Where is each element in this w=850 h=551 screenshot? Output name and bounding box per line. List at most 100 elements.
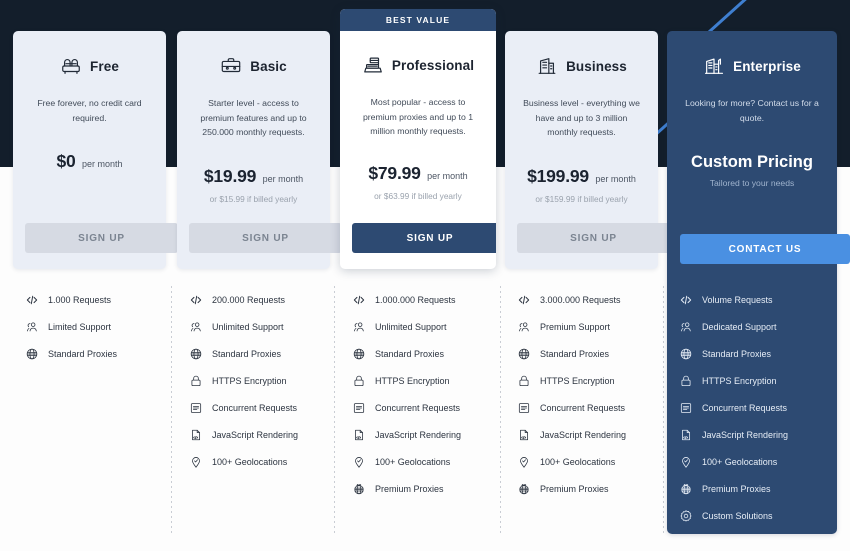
plan-description: Free forever, no credit card required. bbox=[37, 98, 142, 123]
feature-label: 1.000 Requests bbox=[48, 294, 112, 305]
contact-us-button[interactable]: CONTACT US bbox=[680, 234, 850, 264]
feature-item: Premium Support bbox=[517, 313, 659, 340]
signup-button-free[interactable]: SIGN UP bbox=[25, 223, 178, 253]
feature-label: HTTPS Encryption bbox=[702, 375, 777, 386]
feature-item: JavaScript Rendering bbox=[517, 421, 659, 448]
gear-icon bbox=[679, 509, 693, 523]
lock-icon bbox=[352, 374, 366, 388]
feature-item: JavaScript Rendering bbox=[679, 421, 827, 448]
globe-icon bbox=[189, 347, 203, 361]
feature-label: Concurrent Requests bbox=[212, 402, 298, 413]
feature-item: Premium Proxies bbox=[517, 475, 659, 502]
signup-button-business[interactable]: SIGN UP bbox=[517, 223, 670, 253]
signup-button-professional[interactable]: SIGN UP bbox=[352, 223, 496, 253]
column-divider bbox=[334, 286, 335, 534]
plan-yearly-note bbox=[25, 179, 154, 191]
plan-card-business[interactable]: Business Business level - everything we … bbox=[505, 31, 670, 269]
people-icon bbox=[679, 320, 693, 334]
feature-label: 100+ Geolocations bbox=[702, 456, 778, 467]
feature-label: Premium Proxies bbox=[540, 483, 609, 494]
feature-label: Standard Proxies bbox=[375, 348, 445, 359]
plan-period: per month bbox=[595, 173, 636, 184]
document-code-icon bbox=[679, 428, 693, 442]
plan-header: Free bbox=[25, 51, 154, 81]
armchair-icon bbox=[60, 55, 82, 77]
feature-item: Concurrent Requests bbox=[679, 394, 827, 421]
document-code-icon bbox=[189, 428, 203, 442]
people-icon bbox=[517, 320, 531, 334]
feature-item: 3.000.000 Requests bbox=[517, 286, 659, 313]
feature-item: Unlimited Support bbox=[352, 313, 496, 340]
feature-item: 200.000 Requests bbox=[189, 286, 330, 313]
premium-globe-icon bbox=[517, 482, 531, 496]
feature-label: Concurrent Requests bbox=[702, 402, 788, 413]
location-pin-icon bbox=[679, 455, 693, 469]
feature-label: Standard Proxies bbox=[702, 348, 772, 359]
code-icon bbox=[517, 293, 531, 307]
feature-label: 1.000.000 Requests bbox=[375, 294, 456, 305]
location-pin-icon bbox=[352, 455, 366, 469]
plan-price: $0 bbox=[56, 151, 76, 172]
feature-label: Limited Support bbox=[48, 321, 112, 332]
code-icon bbox=[25, 293, 39, 307]
plan-card-free[interactable]: Free Free forever, no credit card requir… bbox=[13, 31, 178, 269]
plan-header: Basic bbox=[189, 51, 318, 81]
feature-label: 100+ Geolocations bbox=[375, 456, 451, 467]
list-icon bbox=[679, 401, 693, 415]
feature-label: JavaScript Rendering bbox=[212, 429, 299, 440]
plan-header: Professional bbox=[352, 50, 484, 80]
feature-list-professional: 1.000.000 Requests Unlimited Support Stand… bbox=[340, 286, 496, 502]
people-icon bbox=[189, 320, 203, 334]
location-pin-icon bbox=[189, 455, 203, 469]
column-divider bbox=[663, 286, 664, 534]
feature-item: Custom Solutions bbox=[679, 502, 827, 529]
feature-item: Standard Proxies bbox=[517, 340, 659, 367]
office-building-icon bbox=[536, 55, 558, 77]
plan-card-enterprise[interactable]: Enterprise Looking for more? Contact us … bbox=[667, 31, 850, 534]
feature-label: Dedicated Support bbox=[702, 321, 777, 332]
feature-label: 100+ Geolocations bbox=[212, 456, 288, 467]
feature-item: Premium Proxies bbox=[679, 475, 827, 502]
feature-label: Standard Proxies bbox=[540, 348, 610, 359]
feature-item: Unlimited Support bbox=[189, 313, 330, 340]
feature-label: Unlimited Support bbox=[212, 321, 284, 332]
feature-item: Standard Proxies bbox=[352, 340, 496, 367]
list-icon bbox=[189, 401, 203, 415]
feature-item: Concurrent Requests bbox=[189, 394, 330, 421]
feature-list-free: 1.000 Requests Limited Support Standard Pr… bbox=[13, 286, 166, 367]
column-divider bbox=[500, 286, 501, 534]
plan-name: Enterprise bbox=[733, 58, 801, 74]
feature-item: 100+ Geolocations bbox=[679, 448, 827, 475]
list-icon bbox=[517, 401, 531, 415]
feature-label: HTTPS Encryption bbox=[375, 375, 450, 386]
feature-item: Dedicated Support bbox=[679, 313, 827, 340]
feature-label: Premium Proxies bbox=[702, 483, 771, 494]
feature-label: HTTPS Encryption bbox=[212, 375, 287, 386]
plan-header: Business bbox=[517, 51, 646, 81]
feature-item: Premium Proxies bbox=[352, 475, 496, 502]
globe-icon bbox=[25, 347, 39, 361]
plan-description: Starter level - access to premium featur… bbox=[200, 98, 307, 138]
feature-list-enterprise: Volume Requests Dedicated Support Standard… bbox=[679, 286, 827, 529]
code-icon bbox=[189, 293, 203, 307]
feature-item: HTTPS Encryption bbox=[189, 367, 330, 394]
cash-register-icon bbox=[362, 54, 384, 76]
feature-label: JavaScript Rendering bbox=[540, 429, 627, 440]
plan-yearly-note: or $15.99 if billed yearly bbox=[209, 193, 298, 204]
lock-icon bbox=[679, 374, 693, 388]
document-code-icon bbox=[352, 428, 366, 442]
feature-item: 1.000.000 Requests bbox=[352, 286, 496, 313]
premium-globe-icon bbox=[352, 482, 366, 496]
feature-label: HTTPS Encryption bbox=[540, 375, 615, 386]
feature-label: JavaScript Rendering bbox=[702, 429, 789, 440]
feature-item: Limited Support bbox=[25, 313, 166, 340]
plan-price: $199.99 bbox=[527, 165, 589, 186]
plan-card-professional[interactable]: BEST VALUE Professional Most popular - a… bbox=[340, 9, 496, 269]
plan-name: Basic bbox=[250, 58, 287, 74]
plan-price: $79.99 bbox=[368, 162, 421, 183]
lock-icon bbox=[517, 374, 531, 388]
document-code-icon bbox=[517, 428, 531, 442]
signup-button-basic[interactable]: SIGN UP bbox=[189, 223, 342, 253]
plan-card-basic[interactable]: Basic Starter level - access to premium … bbox=[177, 31, 342, 269]
enterprise-building-icon bbox=[703, 55, 725, 77]
